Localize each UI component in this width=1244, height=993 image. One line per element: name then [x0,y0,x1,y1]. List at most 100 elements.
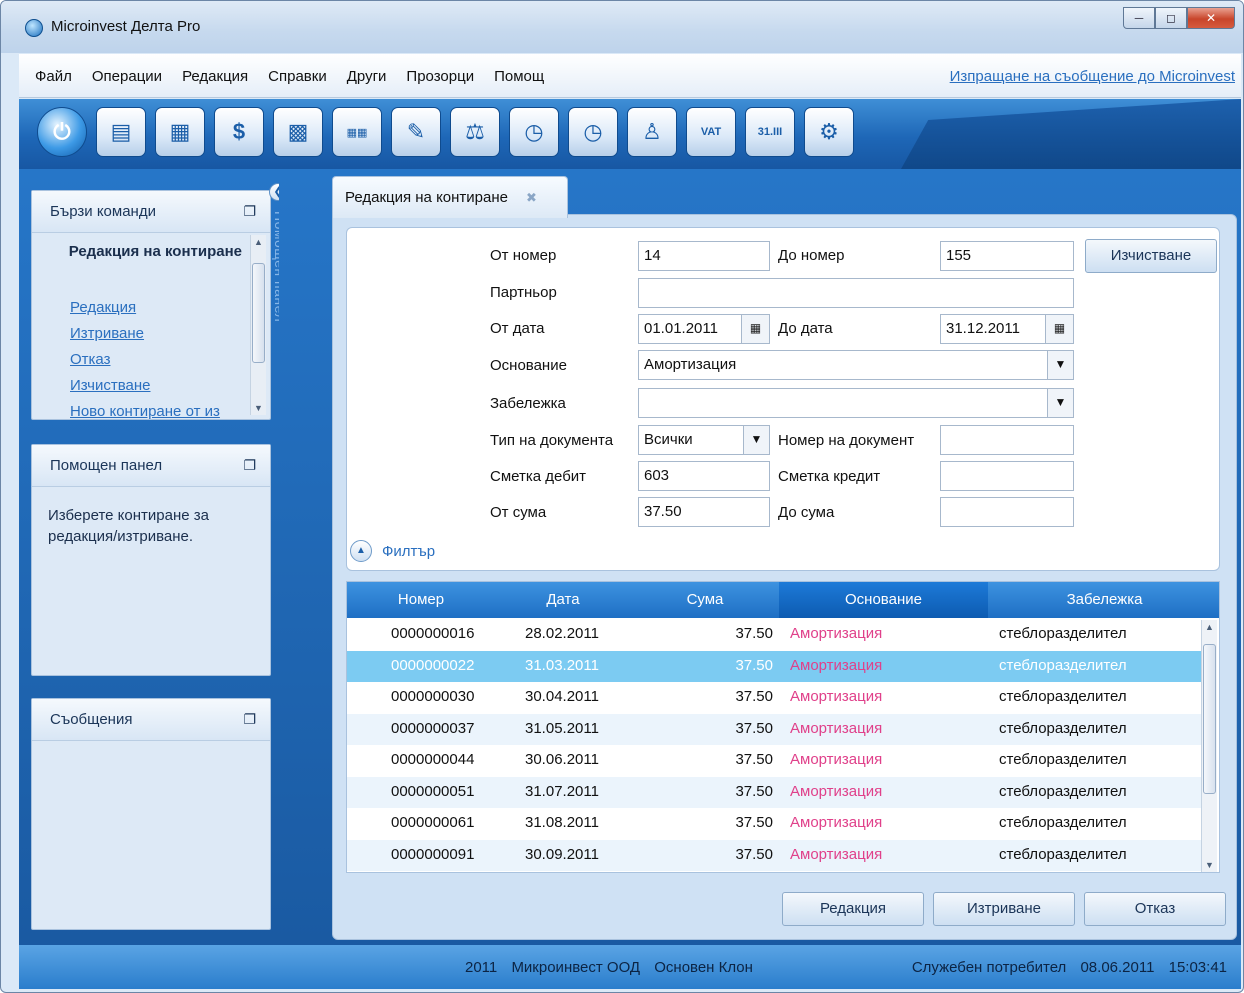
table-row[interactable]: 0000000037 31.05.2011 37.50 Амортизация … [347,713,1201,745]
quick-commands-scrollbar[interactable]: ▲ ▼ [250,235,266,415]
partner-field[interactable] [638,278,1074,308]
filter-toggle[interactable]: ▲ Филтър [350,540,435,562]
person-icon[interactable]: ♙ [627,107,677,157]
column-note[interactable]: Забележка [988,582,1219,618]
chevron-down-icon[interactable]: ▼ [743,426,769,454]
documents-icon[interactable]: ▤ [96,107,146,157]
column-date[interactable]: Дата [495,582,631,618]
chevron-down-icon[interactable]: ▼ [1047,351,1073,379]
cancel-button[interactable]: Отказ [1084,892,1226,926]
restore-icon[interactable]: ❐ [243,203,256,220]
menu-operations[interactable]: Операции [92,68,162,85]
from-date-field[interactable]: 01.01.2011 ▦ [638,314,770,344]
send-message-link[interactable]: Изпращане на съобщение до Microinvest [950,68,1235,85]
calendar-icon[interactable]: ▦ [1045,315,1073,343]
to-sum-field[interactable] [940,497,1074,527]
cash-icon[interactable]: $ [214,107,264,157]
chevron-down-icon[interactable]: ▼ [1047,389,1073,417]
menu-other[interactable]: Други [347,68,387,85]
calendar-icon-text: 31.III [757,126,783,138]
cell-reason: Амортизация [790,625,883,642]
doc-type-label: Тип на документа [490,432,614,449]
calendar-icon[interactable]: 31.III [745,107,795,157]
scrollbar-thumb[interactable] [1203,644,1216,794]
credit-label: Сметка кредит [778,468,881,485]
balance-icon[interactable]: ⚖ [450,107,500,157]
menu-windows[interactable]: Прозорци [406,68,474,85]
cell-number: 0000000037 [391,719,475,737]
table-scrollbar[interactable]: ▲ ▼ [1201,620,1217,872]
scroll-up-icon[interactable]: ▲ [251,237,266,247]
from-number-field[interactable]: 14 [638,241,770,271]
menu-file[interactable]: Файл [35,68,72,85]
doc-type-select[interactable]: Всички ▼ [638,425,770,455]
menu-edit[interactable]: Редакция [182,68,248,85]
table-row[interactable]: 0000000030 30.04.2011 37.50 Амортизация … [347,682,1201,714]
link-delete[interactable]: Изтриване [70,321,246,347]
column-number[interactable]: Номер [347,582,495,618]
debit-label: Сметка дебит [490,468,587,485]
column-sum[interactable]: Сума [631,582,779,618]
link-new-entry-from[interactable]: Ново контиране от из [70,399,246,425]
scroll-down-icon[interactable]: ▼ [251,403,266,413]
chevron-up-icon[interactable]: ▲ [350,540,372,562]
minimize-button[interactable]: ─ [1123,7,1155,29]
table-row[interactable]: 0000000016 28.02.2011 37.50 Амортизация … [347,619,1201,651]
reason-value: Амортизация [644,356,737,373]
globe-clock-icon[interactable]: ◷ [509,107,559,157]
clear-button[interactable]: Изчистване [1085,239,1217,273]
table-row[interactable]: 0000000044 30.06.2011 37.50 Амортизация … [347,745,1201,777]
credit-account-field[interactable] [940,461,1074,491]
app-logo-icon [25,19,43,37]
link-clear[interactable]: Изчистване [70,373,246,399]
restore-icon[interactable]: ❐ [243,457,256,474]
table-row[interactable]: 0000000051 31.07.2011 37.50 Амортизация … [347,776,1201,808]
menu-help[interactable]: Помощ [494,68,544,85]
link-edit[interactable]: Редакция [70,295,246,321]
to-number-field[interactable]: 155 [940,241,1074,271]
from-sum-label: От сума [490,504,547,521]
doc-type-value: Всички [644,431,693,448]
table-row[interactable]: 0000000061 31.08.2011 37.50 Амортизация … [347,808,1201,840]
window-controls: ─ ◻ ✕ [1123,7,1235,29]
cell-note: стеблоразделител [999,814,1127,831]
scrollbar-thumb[interactable] [252,263,265,363]
partner-label: Партньор [490,284,557,301]
edit-button[interactable]: Редакция [782,892,924,926]
menu-reports[interactable]: Справки [268,68,327,85]
table-row[interactable]: 0000000091 30.09.2011 37.50 Амортизация … [347,839,1201,871]
close-button[interactable]: ✕ [1187,7,1235,29]
reason-select[interactable]: Амортизация ▼ [638,350,1074,380]
reports-icon[interactable]: ▩ [273,107,323,157]
maximize-button[interactable]: ◻ [1155,7,1187,29]
vat-icon[interactable]: VAT [686,107,736,157]
help-panel: Помощен панел ❐ Изберете контиране за ре… [31,444,271,676]
note-select[interactable]: ▼ [638,388,1074,418]
debit-account-field[interactable]: 603 [638,461,770,491]
accounts-table-icon[interactable]: ▦▦ [332,107,382,157]
delete-button[interactable]: Изтриване [933,892,1075,926]
table-row-selected[interactable]: 0000000022 31.03.2011 37.50 Амортизация … [347,650,1201,682]
tab-close-icon[interactable]: ✖ [526,190,537,206]
calendar-icon[interactable]: ▦ [741,315,769,343]
to-number-label: До номер [778,247,845,264]
filter-toggle-label[interactable]: Филтър [382,543,435,560]
edit-entry-icon[interactable]: ✎ [391,107,441,157]
to-date-field[interactable]: 31.12.2011 ▦ [940,314,1074,344]
from-date-label: От дата [490,320,545,337]
column-reason[interactable]: Основание [779,582,988,618]
doc-number-field[interactable] [940,425,1074,455]
journal-icon[interactable]: ▦ [155,107,205,157]
settings-gear-icon[interactable]: ⚙ [804,107,854,157]
restore-icon[interactable]: ❐ [243,711,256,728]
cell-sum: 37.50 [735,751,773,768]
link-cancel[interactable]: Отказ [70,347,246,373]
power-icon[interactable]: ⏻ [37,107,87,157]
scroll-down-icon[interactable]: ▼ [1202,860,1217,870]
tab-edit-entry[interactable]: Редакция на контиране ✖ [332,176,568,218]
cell-note: стеблоразделител [999,656,1127,674]
clock-icon[interactable]: ◷ [568,107,618,157]
from-sum-field[interactable]: 37.50 [638,497,770,527]
messages-panel-title: Съобщения [50,711,133,728]
scroll-up-icon[interactable]: ▲ [1202,622,1217,632]
